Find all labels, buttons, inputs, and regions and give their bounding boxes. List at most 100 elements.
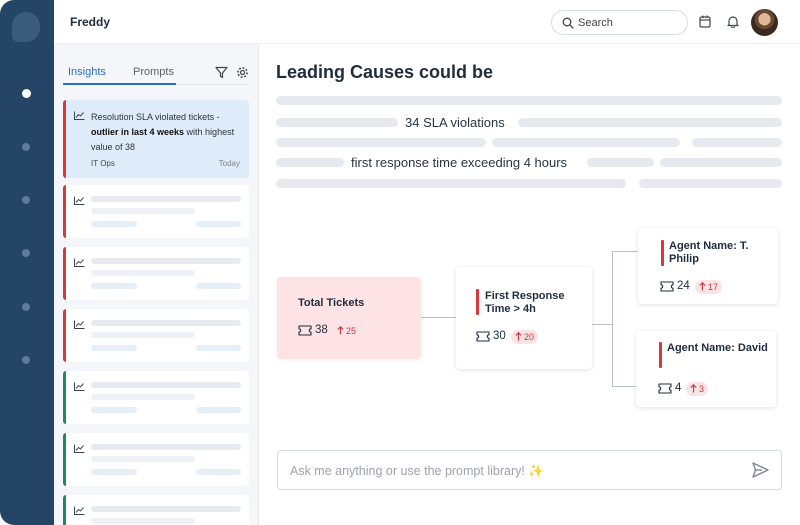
- send-icon[interactable]: [752, 462, 769, 478]
- insight-text-highlight: outlier in last 4 weeks: [91, 127, 185, 137]
- tree-node-agent-david[interactable]: Agent Name: David 4 3: [636, 331, 776, 407]
- skeleton-line: [196, 407, 241, 413]
- filter-icon[interactable]: [215, 66, 228, 79]
- skeleton-line: [91, 345, 137, 351]
- node-title: Agent Name: T. Philip: [669, 240, 749, 265]
- insight-card-placeholder[interactable]: [63, 247, 249, 300]
- nav-rail: [0, 0, 54, 525]
- ticket-icon: [476, 331, 490, 342]
- skeleton-line: [276, 158, 344, 167]
- skeleton-line: [692, 138, 782, 147]
- avatar[interactable]: [751, 9, 778, 36]
- skeleton-line: [639, 179, 782, 188]
- prompt-box[interactable]: [277, 450, 782, 490]
- node-title: Total Tickets: [298, 297, 365, 309]
- tab-insights[interactable]: Insights: [68, 66, 106, 78]
- tree-connector: [612, 251, 638, 252]
- tree-connector: [421, 317, 456, 318]
- insights-panel: Insights Prompts Resolution SLA violated…: [54, 44, 259, 525]
- skeleton-line: [196, 283, 241, 289]
- node-count: 38: [315, 324, 328, 336]
- tree-node-total-tickets[interactable]: Total Tickets 38 25: [277, 277, 421, 359]
- nav-dot[interactable]: [22, 196, 30, 204]
- nav-dot[interactable]: [22, 303, 30, 311]
- delta-badge: 17: [695, 280, 723, 294]
- insight-text: Resolution SLA violated tickets - outlie…: [91, 110, 247, 155]
- skeleton-line: [492, 138, 680, 147]
- skeleton-line: [91, 469, 137, 475]
- main-content: Leading Causes could be 34 SLA violation…: [260, 44, 800, 525]
- nav-dot-active[interactable]: [21, 89, 31, 98]
- node-accent-bar: [476, 289, 479, 315]
- insight-group: IT Ops: [91, 159, 115, 168]
- top-bar: Freddy: [54, 0, 800, 44]
- trend-chart-icon: [74, 258, 85, 267]
- skeleton-line: [518, 118, 782, 127]
- insight-card[interactable]: Resolution SLA violated tickets - outlie…: [63, 100, 249, 178]
- insight-date: Today: [218, 159, 240, 168]
- first-response-text: first response time exceeding 4 hours: [351, 155, 568, 170]
- tree-connector: [612, 251, 613, 387]
- page-title: Leading Causes could be: [276, 62, 494, 82]
- skeleton-line: [276, 179, 626, 188]
- nav-dot[interactable]: [22, 356, 30, 364]
- nav-dot[interactable]: [22, 143, 30, 151]
- nav-dot[interactable]: [22, 249, 30, 257]
- arrow-up-icon: [699, 282, 706, 291]
- insight-card-placeholder[interactable]: [63, 433, 249, 486]
- bell-icon[interactable]: [727, 15, 739, 28]
- skeleton-line: [660, 158, 782, 167]
- skeleton-line: [91, 221, 137, 227]
- tree-node-agent-philip[interactable]: Agent Name: T. Philip 24 17: [638, 228, 778, 304]
- trend-chart-icon: [74, 196, 85, 205]
- node-title: Agent Name: David: [667, 342, 768, 354]
- node-count: 24: [677, 280, 690, 292]
- prompt-input[interactable]: [290, 462, 750, 480]
- arrow-up-icon: [690, 384, 697, 393]
- search-input[interactable]: [578, 14, 678, 32]
- skeleton-line: [196, 221, 241, 227]
- tab-prompts[interactable]: Prompts: [133, 66, 174, 78]
- node-accent-bar: [661, 240, 664, 266]
- app-title: Freddy: [70, 15, 111, 29]
- insight-card-placeholder[interactable]: [63, 371, 249, 424]
- sla-violations-text: 34 SLA violations: [405, 115, 505, 130]
- active-tab-indicator: [63, 83, 176, 85]
- delta-badge: 3: [686, 382, 709, 396]
- skeleton-line: [276, 138, 486, 147]
- skeleton-line: [91, 258, 241, 264]
- node-title: First Response Time > 4h: [485, 290, 565, 315]
- insight-text-lead: Resolution SLA violated tickets -: [91, 112, 220, 122]
- tree-connector: [612, 386, 636, 387]
- delta-value: 3: [699, 384, 705, 394]
- insight-card-placeholder[interactable]: [63, 309, 249, 362]
- ticket-icon: [658, 383, 672, 394]
- node-accent-bar: [659, 342, 662, 368]
- delta-value: 25: [346, 326, 357, 336]
- skeleton-line: [91, 506, 241, 512]
- skeleton-line: [91, 208, 195, 214]
- skeleton-line: [91, 407, 137, 413]
- trend-chart-icon: [74, 444, 85, 453]
- node-count: 30: [493, 330, 506, 342]
- insight-card-placeholder[interactable]: [63, 495, 249, 525]
- skeleton-line: [91, 270, 195, 276]
- skeleton-line: [91, 283, 137, 289]
- skeleton-line: [587, 158, 654, 167]
- skeleton-line: [91, 394, 195, 400]
- gear-icon[interactable]: [236, 66, 249, 79]
- skeleton-line: [91, 382, 241, 388]
- skeleton-line: [276, 118, 398, 127]
- tree-node-first-response[interactable]: First Response Time > 4h 30 20: [456, 267, 592, 369]
- ticket-icon: [298, 325, 312, 336]
- insight-card-placeholder[interactable]: [63, 185, 249, 238]
- search-box[interactable]: [551, 10, 688, 35]
- skeleton-line: [196, 345, 241, 351]
- skeleton-line: [196, 469, 241, 475]
- node-count: 4: [675, 382, 682, 394]
- trend-chart-icon: [74, 320, 85, 329]
- skeleton-line: [91, 332, 195, 338]
- skeleton-line: [91, 320, 241, 326]
- calendar-icon[interactable]: [699, 15, 711, 28]
- trend-chart-icon: [74, 382, 85, 391]
